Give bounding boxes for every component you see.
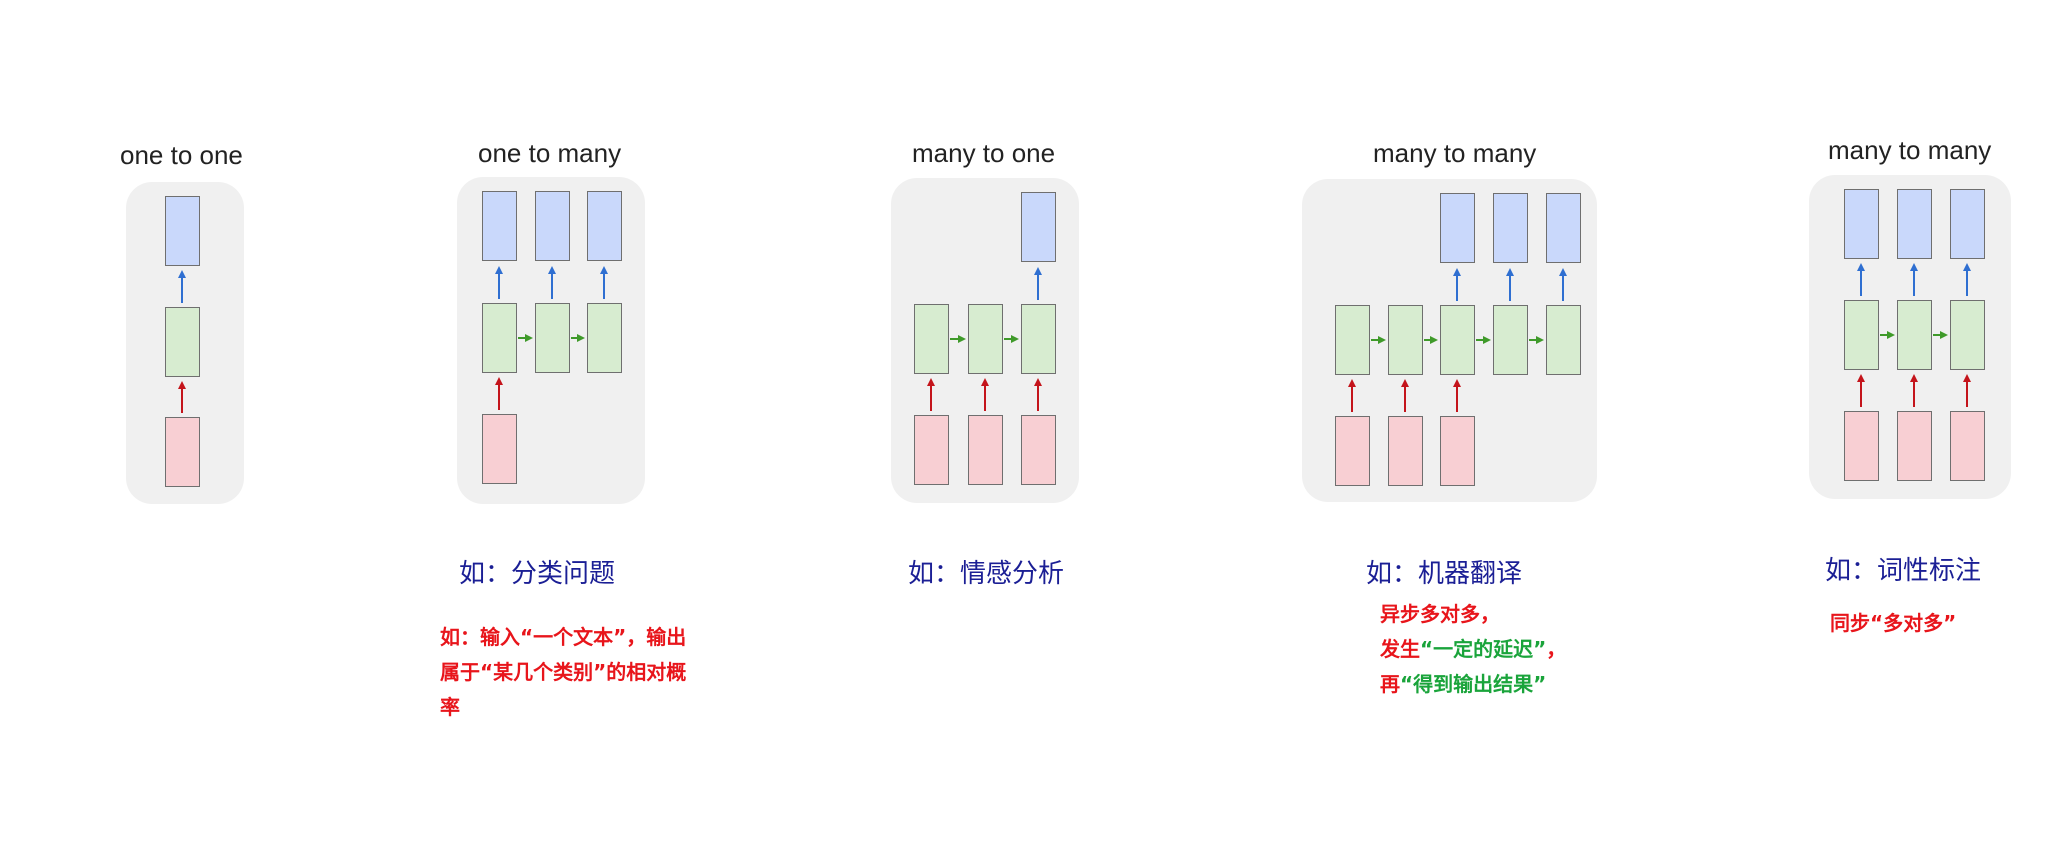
note-async-line-3: 再“得到输出结果” xyxy=(1380,672,1547,696)
example-sentiment-analysis: 如：情感分析 xyxy=(908,559,1065,589)
diagram-arrows xyxy=(178,263,1971,413)
example-machine-translation: 如：机器翻译 xyxy=(1366,559,1523,589)
note-classification: 如：输入“一个文本”，输出属于“某几个类别”的相对概率 xyxy=(440,625,687,719)
note-async-line-2: 发生“一定的延迟”， xyxy=(1380,637,1567,661)
example-classification: 如：分类问题 xyxy=(459,559,616,589)
note-async-line-1: 异步多对多， xyxy=(1380,602,1500,626)
note-async-many-to-many: 异步多对多， 发生“一定的延迟”， 再“得到输出结果” xyxy=(1380,597,1680,702)
example-pos-tagging: 如：词性标注 xyxy=(1825,556,1982,586)
note-sync-many-to-many: 同步“多对多” xyxy=(1830,611,1957,635)
